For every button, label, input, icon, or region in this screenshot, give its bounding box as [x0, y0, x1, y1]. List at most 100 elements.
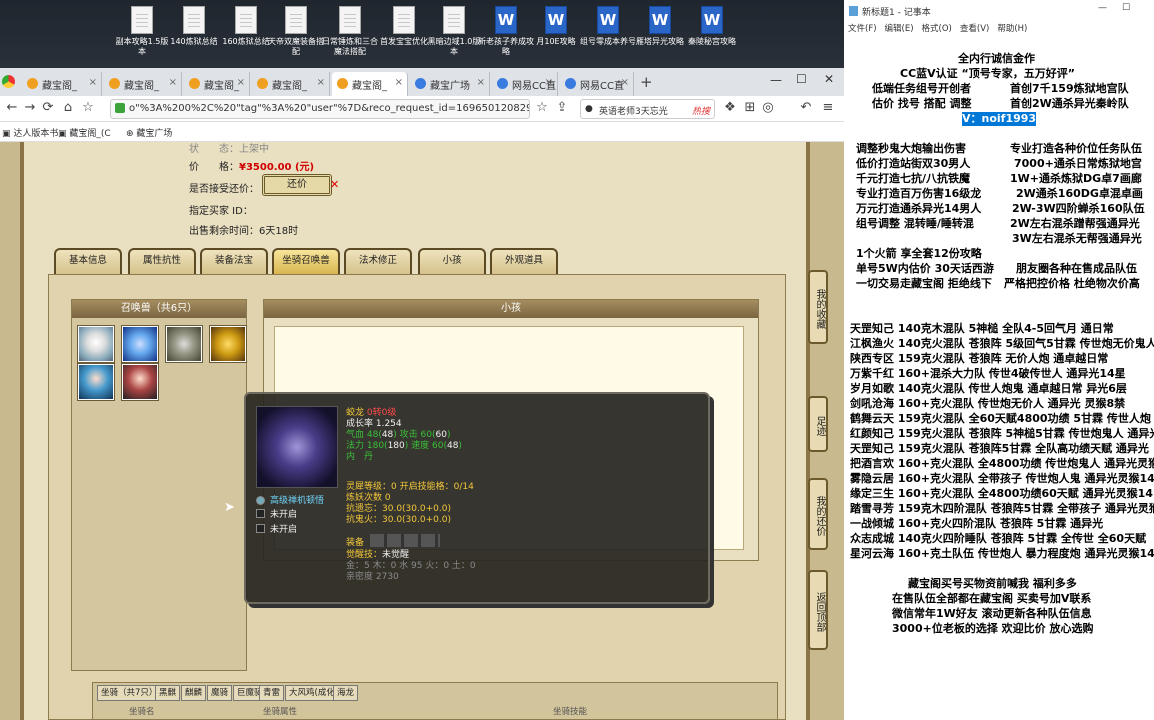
pet-avatar-1[interactable] [78, 326, 114, 362]
detail-tab[interactable]: 属性抗性 [128, 248, 196, 274]
minimize-button[interactable]: — [770, 73, 782, 87]
desktop-icon[interactable]: 黑暗边域1.0版本 [426, 4, 482, 66]
desktop-icon[interactable]: 天帝双魔装备搭配 [268, 4, 324, 66]
notepad-line: 微信常年1W好友 滚动更新各种队伍信息 [892, 607, 1092, 620]
pet-list-panel: 召唤兽（共6只） [71, 299, 247, 671]
pet-avatar-4[interactable] [210, 326, 246, 362]
side-button[interactable]: 我的还价 [808, 478, 828, 550]
maximize-button[interactable]: ☐ [796, 72, 807, 86]
bookmark-icon: ▣ [2, 129, 14, 139]
notepad-menu-item[interactable]: 格式(O) [922, 24, 952, 34]
detail-tab[interactable]: 外观道具 [490, 248, 558, 274]
desktop-icon-label: 首发宝宝优化 [380, 37, 428, 46]
browser-tab[interactable]: 藏宝广场 × [410, 72, 490, 96]
browser-tab[interactable]: 藏宝阁_ × [252, 72, 330, 96]
url-input[interactable]: o"%3A%200%2C%20"tag"%3A%20"user"%7D&reco… [110, 99, 530, 119]
home-icon[interactable]: ⌂ [60, 100, 76, 115]
search-input[interactable]: ● 英语老师3天忘光 热搜 [580, 99, 715, 119]
mount-tab[interactable]: 海龙 [333, 685, 359, 701]
desktop-icon[interactable]: 160炼狱总结 [218, 4, 274, 66]
grid-icon[interactable]: ⊞ [742, 100, 758, 115]
mount-column-header: 坐骑属性 [263, 707, 298, 717]
desktop-icon[interactable]: W 雁塔异光攻略 [632, 4, 688, 66]
notepad-line: 天罡知己 159克火混队 苍狼阵5甘霖 全队高功绩天赋 通异光 [850, 442, 1149, 455]
forward-icon[interactable]: → [22, 100, 38, 115]
tab-close-icon[interactable]: × [89, 77, 97, 88]
browser-tab[interactable]: 藏宝阁_ × [184, 72, 250, 96]
browser-tab[interactable]: 网易CC直 × [492, 72, 558, 96]
reload-icon[interactable]: ⟳ [40, 100, 56, 115]
tab-favicon-icon [189, 78, 200, 89]
tab-close-icon[interactable]: × [317, 77, 325, 88]
new-tab-button[interactable]: + [640, 73, 653, 91]
tab-label: 藏宝广场 [430, 81, 470, 92]
browser-tab[interactable]: 网易CC直 × [560, 72, 634, 96]
desktop-icon[interactable]: 首发宝宝优化 [376, 4, 432, 66]
np-minimize-button[interactable]: — [1098, 3, 1107, 13]
pet-avatar-3[interactable] [166, 326, 202, 362]
bookmark-item[interactable]: ▣ 达人版本书 [2, 126, 58, 139]
price-value: ¥3500.00 (元) [239, 162, 315, 173]
close-x-icon[interactable]: ✕ [330, 178, 339, 191]
notepad-menu-item[interactable]: 编辑(E) [885, 24, 914, 34]
detail-tab[interactable]: 小孩 [418, 248, 486, 274]
tab-close-icon[interactable]: × [395, 77, 403, 88]
desktop-icon[interactable]: 副本攻略1.5版本 [114, 4, 170, 66]
side-button[interactable]: 返回顶部 [808, 570, 828, 650]
mount-tab[interactable]: 坐骑（共7只） [97, 685, 162, 701]
bookmark-item[interactable]: ⊕ 藏宝广场 [126, 126, 172, 139]
desktop-icon[interactable]: W 新老孩子养成攻略 [478, 4, 534, 66]
apps-icon[interactable]: ◎ [760, 100, 776, 115]
side-button[interactable]: 我的收藏 [808, 270, 828, 344]
pet-avatar-6[interactable] [122, 364, 158, 400]
bookmark-item[interactable]: ▣ 藏宝阁_(C [58, 126, 111, 139]
pet-avatar-2[interactable] [122, 326, 158, 362]
mount-tab[interactable]: 魔骑 [207, 685, 233, 701]
detail-tab[interactable]: 坐骑召唤兽 [272, 248, 340, 274]
desktop-icon[interactable]: W 秦陵秘宫攻略 [684, 4, 740, 66]
tab-close-icon[interactable]: × [477, 77, 485, 88]
browser-tab[interactable]: 藏宝阁_ × [104, 72, 182, 96]
desktop-icon[interactable]: 日常锤炼和三合魔法搭配 [322, 4, 378, 66]
browser-tab[interactable]: 藏宝阁_ × [332, 72, 408, 96]
detail-tab[interactable]: 法术修正 [344, 248, 412, 274]
mount-tab[interactable]: 青雷 [259, 685, 285, 701]
bookmark-star-icon[interactable]: ☆ [534, 100, 550, 115]
notepad-menu-item[interactable]: 帮助(H) [997, 24, 1027, 34]
document-file-icon [285, 6, 307, 34]
tab-close-icon[interactable]: × [169, 77, 177, 88]
side-button[interactable]: 足迹 [808, 396, 828, 452]
notepad-line: 缘定三生 160+克火混队 全4800功绩60天赋 通异光灵猴14 [850, 487, 1153, 500]
desktop-icon[interactable]: 140炼狱总结 [166, 4, 222, 66]
undo-icon[interactable]: ↶ [798, 100, 814, 115]
extension-icon[interactable]: ❖ [722, 100, 738, 115]
np-maximize-button[interactable]: ☐ [1122, 3, 1130, 13]
desktop-icon[interactable]: W 月10E攻略 [528, 4, 584, 66]
bookmark-icon: ▣ [58, 129, 70, 139]
skill-slot-icon [256, 524, 265, 533]
bookmark-label: 藏宝阁_(C [69, 129, 111, 139]
favorite-icon[interactable]: ☆ [80, 100, 96, 115]
close-window-button[interactable]: ✕ [824, 72, 834, 86]
desktop-icon-label: 秦陵秘宫攻略 [688, 37, 736, 46]
share-icon[interactable]: ⇪ [554, 100, 570, 115]
tab-close-icon[interactable]: × [621, 77, 629, 88]
notepad-menu-item[interactable]: 文件(F) [848, 24, 877, 34]
tab-close-icon[interactable]: × [545, 77, 553, 88]
menu-icon[interactable]: ≡ [820, 100, 836, 115]
back-icon[interactable]: ← [4, 100, 20, 115]
mount-list-panel: 坐骑（共7只） 黑麒 麒麟 魔骑 巨魔骑 青雷 大风鸡(成化) 海龙 坐骑名 坐骑属性 坐骑技能 [92, 682, 778, 720]
tab-close-icon[interactable]: × [237, 77, 245, 88]
desktop-icon[interactable]: W 组号零成本养号 [580, 4, 636, 66]
mount-tab[interactable]: 麒麟 [181, 685, 207, 701]
detail-tab[interactable]: 装备法宝 [200, 248, 268, 274]
pet-avatar-5[interactable] [78, 364, 114, 400]
pet-list-title: 召唤兽（共6只） [72, 300, 246, 318]
browser-tab[interactable]: 藏宝阁_ × [22, 72, 102, 96]
notepad-menu-item[interactable]: 查看(V) [960, 24, 989, 34]
notepad-line: 星河云海 160+克土队伍 传世炮人 暴力程度炮 通异光灵猴14 [850, 547, 1154, 560]
address-toolbar: ← → ⟳ ⌂ ☆ o"%3A%200%2C%20"tag"%3A%20"use… [0, 96, 844, 122]
offer-button[interactable]: 还价 [262, 174, 332, 196]
detail-tab[interactable]: 基本信息 [54, 248, 122, 274]
mount-tab[interactable]: 黑麒 [155, 685, 181, 701]
